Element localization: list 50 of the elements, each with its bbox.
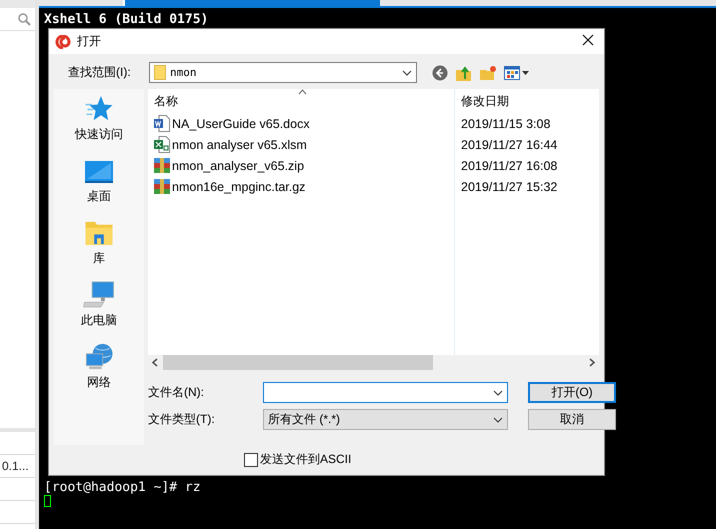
star-icon bbox=[84, 95, 114, 122]
dialog-button[interactable]: 打开(O) bbox=[528, 382, 616, 403]
chevron-down-icon bbox=[493, 390, 503, 396]
file-name-field[interactable] bbox=[263, 382, 508, 403]
word-document-icon bbox=[154, 115, 170, 132]
cursor bbox=[44, 495, 51, 507]
spreadsheet-icon bbox=[154, 136, 170, 153]
dialog-title: 打开 bbox=[77, 33, 102, 50]
archive-icon bbox=[154, 178, 170, 195]
file-name[interactable]: nmon16e_mpginc.tar.gz bbox=[172, 180, 306, 194]
network-icon bbox=[83, 343, 115, 370]
modified-date: 2019/11/27 16:08 bbox=[460, 158, 558, 174]
place-item[interactable]: 网络 bbox=[83, 343, 115, 391]
location-dropdown[interactable]: nmon bbox=[149, 62, 417, 83]
place-item[interactable]: 库 bbox=[84, 219, 114, 267]
modified-date: 2019/11/27 16:44 bbox=[460, 136, 558, 154]
column-header: 修改日期 bbox=[454, 89, 509, 113]
checkbox[interactable] bbox=[244, 452, 258, 466]
view-menu-icon[interactable] bbox=[504, 64, 530, 80]
dialog-button[interactable]: 取消 bbox=[528, 409, 616, 430]
window-title: Xshell 6 (Build 0175) bbox=[43, 11, 210, 29]
modified-date: 2019/11/27 15:32 bbox=[460, 178, 558, 196]
place-item[interactable]: 此电脑 bbox=[81, 281, 117, 329]
field-label: 文件类型(T): bbox=[148, 411, 216, 428]
search-icon[interactable] bbox=[18, 12, 31, 26]
folder-icon bbox=[84, 219, 114, 246]
file-name[interactable]: nmon_analyser_v65.zip bbox=[172, 158, 304, 172]
computer-icon bbox=[83, 281, 115, 308]
column-header: 名称 bbox=[153, 92, 179, 110]
chevron-down-icon bbox=[402, 70, 412, 76]
file-name[interactable]: NA_UserGuide v65.docx bbox=[172, 116, 310, 130]
folder-up-icon[interactable] bbox=[456, 64, 472, 80]
monitor-icon bbox=[84, 160, 114, 184]
sort-caret-icon bbox=[298, 89, 307, 95]
new-folder-icon[interactable] bbox=[480, 64, 496, 80]
place-item[interactable]: 桌面 bbox=[84, 157, 114, 205]
modified-date: 2019/11/15 3:08 bbox=[460, 116, 552, 132]
folder-icon bbox=[154, 65, 166, 80]
file-type-dropdown[interactable]: 所有文件 (*.*) bbox=[263, 409, 508, 430]
place-item[interactable]: 快速访问 bbox=[75, 95, 123, 143]
field-label: 查找范围(I): bbox=[68, 64, 132, 81]
archive-icon bbox=[154, 157, 170, 174]
spiral-icon bbox=[55, 34, 71, 48]
table-cell: 0.1... bbox=[2, 459, 29, 473]
field-label: 文件名(N): bbox=[148, 384, 205, 401]
back-icon[interactable] bbox=[432, 64, 448, 80]
terminal-prompt: [root@hadoop1 ~]# rz bbox=[43, 480, 202, 495]
checkbox-label: 发送文件到ASCII bbox=[260, 451, 352, 468]
chevron-down-icon bbox=[493, 416, 503, 422]
file-name[interactable]: nmon analyser v65.xlsm bbox=[172, 138, 307, 152]
